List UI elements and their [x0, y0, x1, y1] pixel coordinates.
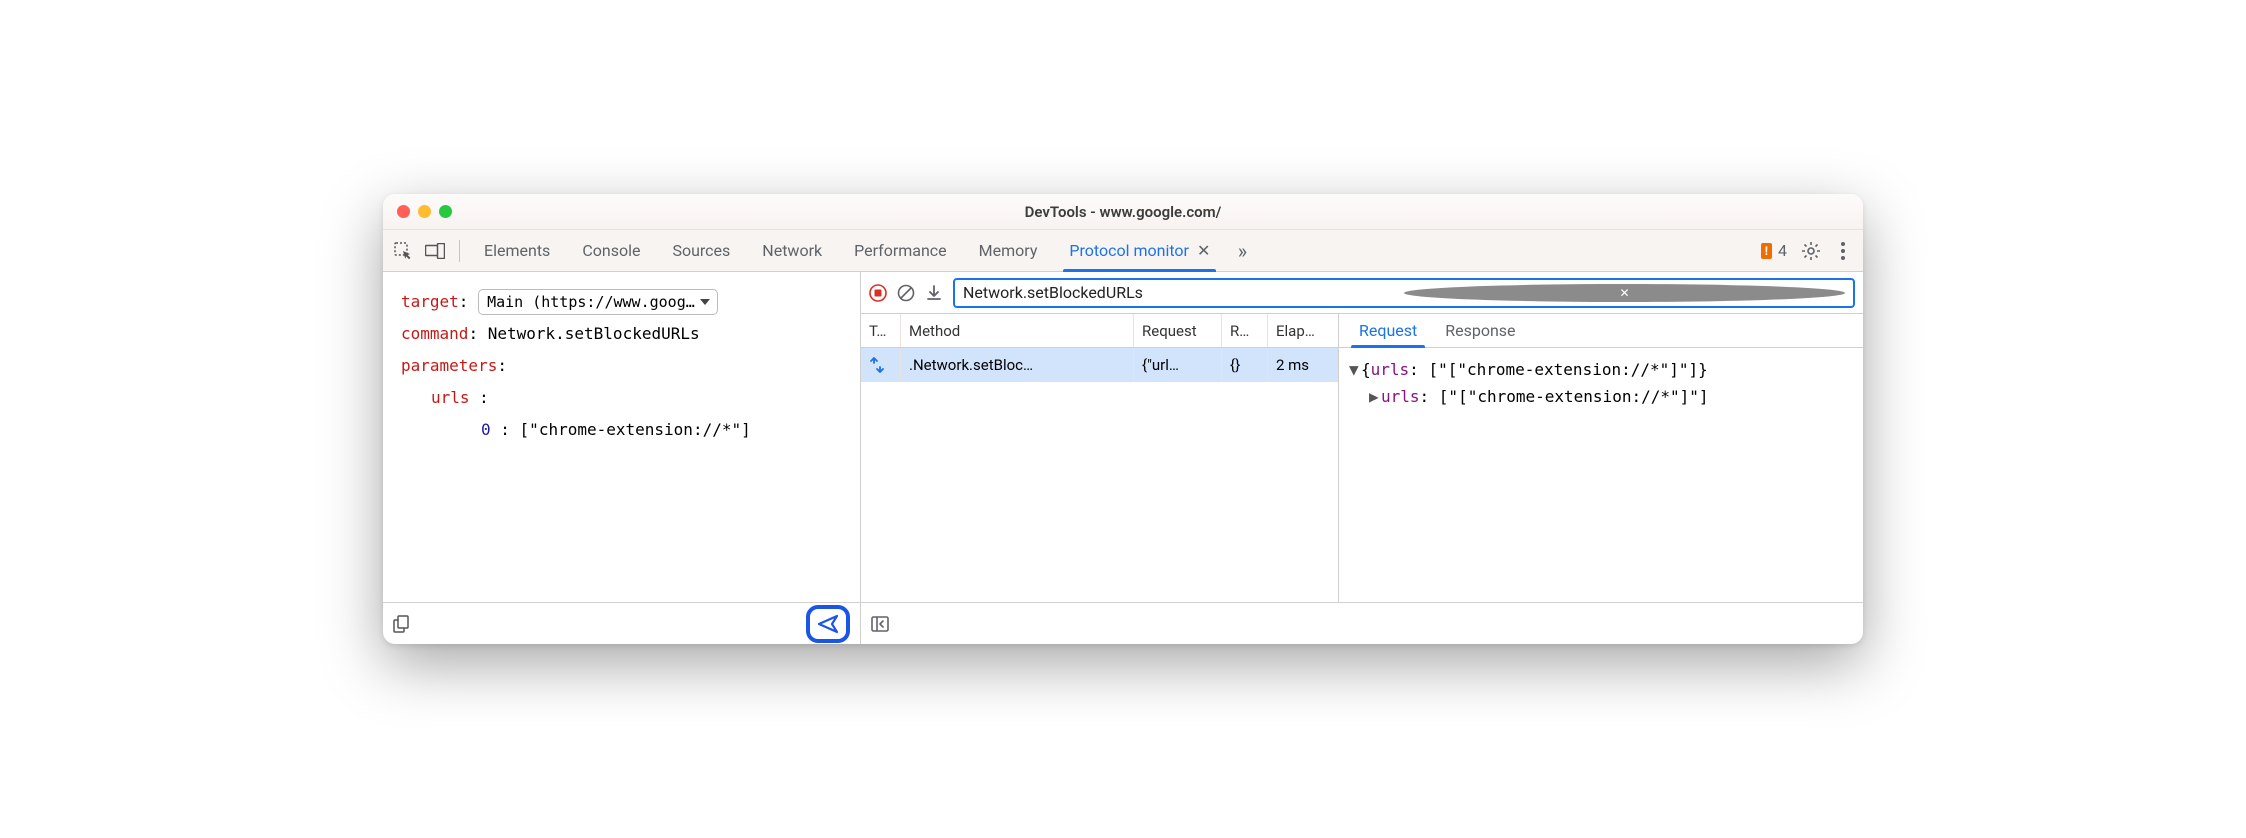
minimize-window-icon[interactable] [418, 205, 431, 218]
tab-console[interactable]: Console [568, 230, 654, 272]
log-toolbar: Network.setBlockedURLs ✕ [861, 272, 1863, 314]
command-editor-pane: target: Main (https://www.goog… command:… [383, 272, 861, 644]
row-request: {"url… [1134, 348, 1222, 382]
col-elapsed[interactable]: Elap… [1268, 314, 1338, 347]
tab-performance[interactable]: Performance [840, 230, 961, 272]
window-title: DevTools - www.google.com/ [397, 203, 1849, 221]
clear-filter-icon[interactable]: ✕ [1404, 284, 1845, 302]
expand-icon[interactable]: ▼ [1349, 356, 1361, 383]
param-index-value: ["chrome-extension://*"] [520, 420, 751, 439]
col-request[interactable]: Request [1134, 314, 1222, 347]
log-footer [861, 602, 1863, 644]
send-command-button[interactable] [806, 605, 850, 643]
target-label: target [401, 292, 459, 311]
row-response: {} [1222, 348, 1268, 382]
devtools-window: DevTools - www.google.com/ Elements Cons… [383, 194, 1863, 644]
protocol-log-pane: Network.setBlockedURLs ✕ T… Method Reque… [861, 272, 1863, 644]
target-select[interactable]: Main (https://www.goog… [478, 289, 718, 315]
log-grid: T… Method Request R… Elap… . Network.set… [861, 314, 1339, 602]
content-area: target: Main (https://www.goog… command:… [383, 272, 1863, 644]
row-direction-icon [861, 348, 901, 382]
editor-footer [383, 602, 860, 644]
log-main: T… Method Request R… Elap… . Network.set… [861, 314, 1863, 602]
download-icon[interactable] [925, 284, 943, 302]
devtools-tabbar: Elements Console Sources Network Perform… [383, 230, 1863, 272]
clear-icon[interactable] [897, 284, 915, 302]
command-label: command [401, 324, 468, 343]
maximize-window-icon[interactable] [439, 205, 452, 218]
inspect-icon[interactable] [389, 237, 417, 265]
device-toolbar-icon[interactable] [421, 237, 449, 265]
detail-body: ▼{urls: ["["chrome-extension://*"]"]} ▶u… [1339, 348, 1863, 602]
copy-icon[interactable] [393, 615, 411, 633]
grid-row[interactable]: . Network.setBloc… {"url… {} 2 ms [861, 348, 1338, 382]
param-index: 0 [481, 420, 491, 439]
detail-tab-request[interactable]: Request [1345, 314, 1431, 347]
toggle-sidebar-icon[interactable] [871, 615, 889, 633]
filter-input[interactable]: Network.setBlockedURLs ✕ [953, 278, 1855, 308]
issues-counter[interactable]: ! 4 [1755, 241, 1793, 260]
col-method[interactable]: Method [901, 314, 1134, 347]
divider [459, 240, 460, 262]
param-urls-key: urls [431, 388, 470, 407]
window-controls [397, 205, 452, 218]
command-editor-body: target: Main (https://www.goog… command:… [383, 272, 860, 602]
expand-icon[interactable]: ▶ [1369, 383, 1381, 410]
detail-pane: Request Response ▼{urls: ["["chrome-exte… [1339, 314, 1863, 602]
record-icon[interactable] [869, 284, 887, 302]
tab-sources[interactable]: Sources [658, 230, 744, 272]
window-titlebar: DevTools - www.google.com/ [383, 194, 1863, 230]
tab-memory[interactable]: Memory [965, 230, 1052, 272]
col-type[interactable]: T… [861, 314, 901, 347]
detail-line-1[interactable]: ▼{urls: ["["chrome-extension://*"]"]} [1349, 356, 1853, 383]
tab-network[interactable]: Network [748, 230, 836, 272]
parameters-label: parameters [401, 356, 497, 375]
settings-icon[interactable] [1797, 237, 1825, 265]
detail-tabs: Request Response [1339, 314, 1863, 348]
command-value: Network.setBlockedURLs [488, 324, 700, 343]
close-window-icon[interactable] [397, 205, 410, 218]
col-response[interactable]: R… [1222, 314, 1268, 347]
detail-tab-response[interactable]: Response [1431, 314, 1529, 347]
tab-elements[interactable]: Elements [470, 230, 564, 272]
close-tab-icon[interactable]: ✕ [1197, 241, 1210, 260]
detail-line-2[interactable]: ▶urls: ["["chrome-extension://*"]"] [1349, 383, 1853, 410]
tab-protocol-monitor[interactable]: Protocol monitor ✕ [1055, 230, 1224, 272]
more-tabs-icon[interactable]: » [1228, 237, 1256, 265]
tab-label: Protocol monitor [1069, 241, 1189, 260]
row-elapsed: 2 ms [1268, 348, 1338, 382]
grid-header: T… Method Request R… Elap… [861, 314, 1338, 348]
issues-flag-icon: ! [1761, 243, 1772, 259]
filter-text: Network.setBlockedURLs [963, 283, 1404, 302]
row-method: . Network.setBloc… [901, 348, 1134, 382]
kebab-menu-icon[interactable] [1829, 237, 1857, 265]
issues-count: 4 [1778, 241, 1787, 260]
